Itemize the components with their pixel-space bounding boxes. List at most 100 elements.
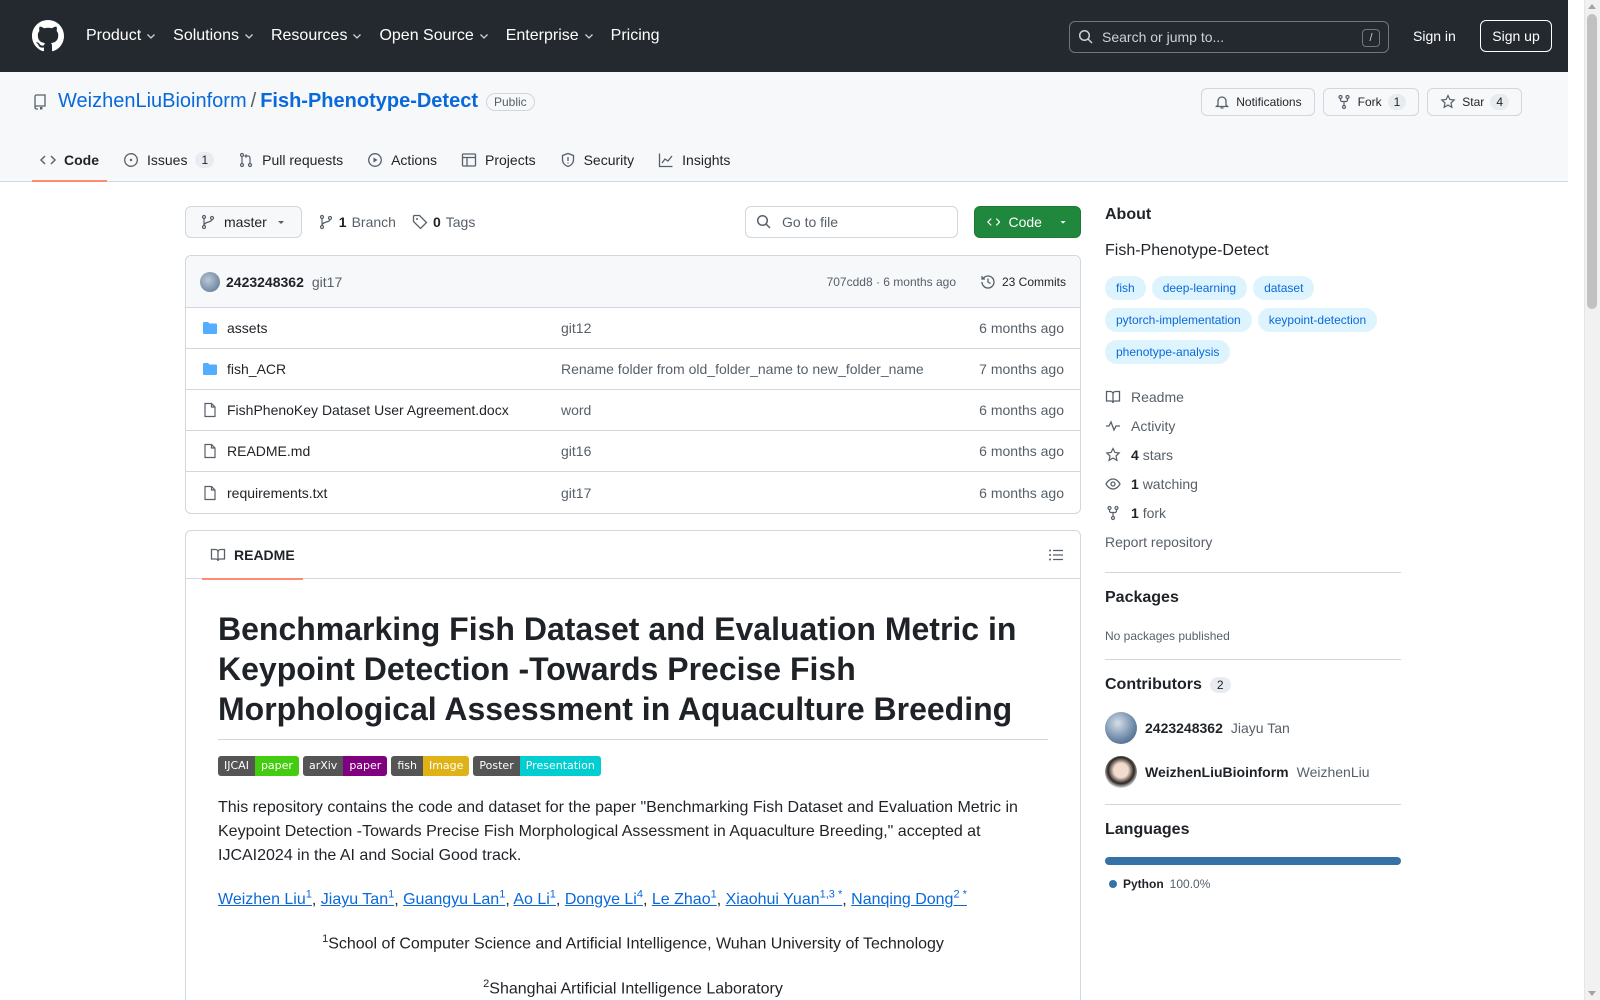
tab-code[interactable]: Code bbox=[32, 138, 107, 182]
file-commit-message[interactable]: Rename folder from old_folder_name to ne… bbox=[561, 361, 924, 377]
file-commit-message[interactable]: git12 bbox=[561, 320, 591, 336]
file-toolbar: master 1 Branch 0 Tags Go to file Code bbox=[185, 206, 1081, 238]
file-name-link[interactable]: requirements.txt bbox=[227, 485, 327, 501]
topic-tag[interactable]: fish bbox=[1105, 276, 1146, 300]
contributor-item[interactable]: WeizhenLiuBioinform WeizhenLiu bbox=[1105, 756, 1401, 788]
tab-projects[interactable]: Projects bbox=[453, 138, 544, 182]
nav-pricing[interactable]: Pricing bbox=[611, 27, 660, 45]
sign-in-link[interactable]: Sign in bbox=[1413, 28, 1456, 44]
tab-issues[interactable]: Issues 1 bbox=[115, 138, 222, 182]
nav-solutions[interactable]: Solutions bbox=[173, 27, 255, 45]
github-logo-icon[interactable] bbox=[32, 20, 64, 52]
file-commit-message[interactable]: git17 bbox=[561, 485, 591, 501]
commit-message[interactable]: git17 bbox=[312, 274, 342, 290]
nav-enterprise[interactable]: Enterprise bbox=[506, 27, 595, 45]
fork-button[interactable]: Fork 1 bbox=[1322, 88, 1420, 116]
star-button[interactable]: Star 4 bbox=[1427, 88, 1522, 116]
commit-sha-time[interactable]: 707cdd8 · 6 months ago bbox=[827, 275, 956, 289]
scroll-up-icon[interactable] bbox=[1588, 4, 1596, 9]
commits-link[interactable]: 23 Commits bbox=[980, 274, 1066, 290]
file-commit-date: 7 months ago bbox=[979, 361, 1064, 377]
language-item[interactable]: Python 100.0% bbox=[1109, 877, 1401, 891]
tab-projects-label: Projects bbox=[485, 152, 536, 168]
scroll-down-icon[interactable] bbox=[1588, 991, 1596, 996]
author-affiliation: 1 bbox=[549, 889, 556, 901]
code-dropdown-button[interactable]: Code bbox=[974, 206, 1081, 238]
report-repository-link[interactable]: Report repository bbox=[1105, 527, 1401, 556]
tab-insights[interactable]: Insights bbox=[650, 138, 738, 182]
file-commit-date: 6 months ago bbox=[979, 484, 1064, 501]
issue-opened-icon bbox=[124, 153, 138, 167]
readme-tab[interactable]: README bbox=[202, 531, 303, 580]
contributors-heading[interactable]: Contributors bbox=[1105, 676, 1202, 694]
tab-pull-requests[interactable]: Pull requests bbox=[230, 138, 351, 182]
contributor-item[interactable]: 2423248362 Jiayu Tan bbox=[1105, 712, 1401, 744]
nav-resources[interactable]: Resources bbox=[271, 27, 363, 45]
file-row[interactable]: README.md git16 6 months ago bbox=[186, 431, 1080, 472]
about-heading: About bbox=[1105, 206, 1152, 223]
repo-name-link[interactable]: Fish-Phenotype-Detect bbox=[260, 90, 478, 113]
activity-link[interactable]: Activity bbox=[1105, 411, 1401, 440]
branch-selector[interactable]: master bbox=[185, 206, 302, 238]
tag-count: 0 bbox=[432, 214, 441, 230]
search-icon bbox=[756, 214, 771, 229]
author-link[interactable]: Guangyu Lan1 bbox=[403, 889, 505, 908]
folder-icon bbox=[203, 363, 217, 375]
file-name-link[interactable]: fish_ACR bbox=[227, 361, 286, 377]
file-name-link[interactable]: README.md bbox=[227, 443, 310, 459]
forks-link[interactable]: 1 fork bbox=[1105, 498, 1401, 527]
file-name-link[interactable]: FishPhenoKey Dataset User Agreement.docx bbox=[227, 402, 509, 418]
packages-heading[interactable]: Packages bbox=[1105, 589, 1401, 607]
author-name: Weizhen Liu bbox=[218, 891, 306, 909]
author-link[interactable]: Le Zhao1 bbox=[652, 889, 717, 908]
stars-label: stars bbox=[1142, 446, 1174, 463]
topic-tag[interactable]: phenotype-analysis bbox=[1105, 340, 1231, 364]
author-link[interactable]: Jiayu Tan1 bbox=[321, 889, 394, 908]
stars-link[interactable]: 4 stars bbox=[1105, 440, 1401, 469]
author-link[interactable]: Weizhen Liu1 bbox=[218, 889, 312, 909]
repo-icon bbox=[34, 93, 46, 110]
readme-badge[interactable]: IJCAI paper bbox=[218, 756, 299, 776]
repo-owner-link[interactable]: WeizhenLiuBioinform bbox=[58, 90, 247, 113]
watchers-link[interactable]: 1 watching bbox=[1105, 469, 1401, 498]
file-commit-message[interactable]: git16 bbox=[561, 443, 591, 459]
avatar[interactable] bbox=[200, 271, 220, 292]
go-to-file-input[interactable]: Go to file bbox=[745, 206, 958, 238]
author-link[interactable]: Dongye Li4 bbox=[565, 889, 643, 908]
topic-tag[interactable]: pytorch-implementation bbox=[1105, 308, 1252, 332]
sign-up-button[interactable]: Sign up bbox=[1480, 20, 1552, 52]
tags-link[interactable]: 0 Tags bbox=[412, 214, 475, 230]
topic-tag[interactable]: keypoint-detection bbox=[1257, 308, 1378, 332]
nav-product[interactable]: Product bbox=[86, 27, 157, 45]
file-commit-message[interactable]: word bbox=[561, 402, 591, 418]
readme-badge[interactable]: Poster Presentation bbox=[473, 756, 601, 776]
list-unordered-icon[interactable] bbox=[1048, 547, 1064, 563]
page-scrollbar[interactable] bbox=[1584, 0, 1600, 1000]
tab-security[interactable]: Security bbox=[552, 138, 643, 182]
author-affiliation: 2 * bbox=[953, 889, 967, 901]
readme-link[interactable]: Readme bbox=[1105, 382, 1401, 411]
scrollbar-thumb[interactable] bbox=[1587, 14, 1597, 309]
triangle-down-icon bbox=[1060, 221, 1066, 224]
topic-tag[interactable]: dataset bbox=[1253, 276, 1315, 300]
readme-link-label: Readme bbox=[1131, 388, 1184, 405]
notifications-button[interactable]: Notifications bbox=[1201, 88, 1315, 116]
file-row[interactable]: FishPhenoKey Dataset User Agreement.docx… bbox=[186, 390, 1080, 431]
file-row[interactable]: requirements.txt git17 6 months ago bbox=[186, 472, 1080, 513]
nav-open-source[interactable]: Open Source bbox=[379, 27, 489, 45]
file-row[interactable]: assets git12 6 months ago bbox=[186, 308, 1080, 349]
global-search-input[interactable]: Search or jump to... / bbox=[1069, 21, 1389, 53]
readme-badge[interactable]: fish Image bbox=[391, 756, 470, 776]
tag-icon bbox=[412, 214, 428, 230]
topic-tag[interactable]: deep-learning bbox=[1151, 276, 1248, 300]
commit-author[interactable]: 2423248362 bbox=[226, 274, 304, 290]
author-link[interactable]: Ao Li1 bbox=[513, 889, 556, 908]
file-list: assets git12 6 months ago fish_ACR Rename fo… bbox=[186, 308, 1080, 513]
tab-actions[interactable]: Actions bbox=[359, 138, 445, 182]
author-link[interactable]: Xiaohui Yuan1,3 * bbox=[726, 889, 843, 908]
readme-badge[interactable]: arXiv paper bbox=[302, 756, 388, 776]
file-name-link[interactable]: assets bbox=[227, 320, 267, 336]
author-link[interactable]: Nanqing Dong2 * bbox=[851, 889, 967, 908]
file-row[interactable]: fish_ACR Rename folder from old_folder_na… bbox=[186, 349, 1080, 390]
branches-link[interactable]: 1 Branch bbox=[318, 214, 396, 230]
